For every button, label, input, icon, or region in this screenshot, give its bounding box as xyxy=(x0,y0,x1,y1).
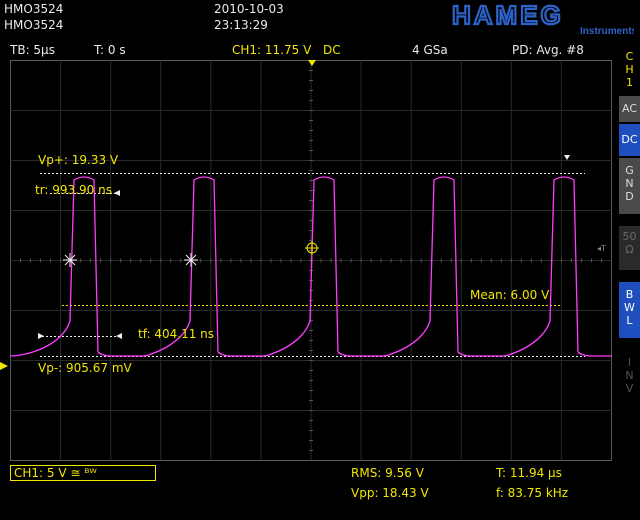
tf-label: tf: 404.11 ns xyxy=(138,327,215,341)
svg-text:◂T: ◂T xyxy=(597,244,606,253)
mean-label: Mean: 6.00 V xyxy=(470,288,550,302)
period-readout: T: 11.94 µs xyxy=(496,466,562,480)
cursor-top-marker xyxy=(564,155,570,160)
side-channel-label: C H 1 xyxy=(619,50,640,96)
vp-minus-label: Vp-: 905.67 mV xyxy=(38,361,132,375)
tf-arrow-right xyxy=(116,333,122,339)
side-inv-button[interactable]: I N V xyxy=(619,350,640,406)
graticule-ticks xyxy=(10,60,612,461)
side-bwl-button[interactable]: B W L xyxy=(619,282,640,338)
side-dc-button[interactable]: DC xyxy=(619,124,640,156)
tf-arrow-left xyxy=(38,333,44,339)
oscilloscope-screen: HMO3524 HMO3524 2010-10-03 23:13:29 HAME… xyxy=(0,0,640,520)
waveform-display: ◂T xyxy=(0,60,612,461)
rms-readout: RMS: 9.56 V xyxy=(351,466,424,480)
side-gnd-button[interactable]: G N D xyxy=(619,158,640,214)
trigger-position-marker xyxy=(308,60,316,66)
tr-label: tr: 993.90 ns xyxy=(35,183,112,197)
vpp-readout: Vpp: 18.43 V xyxy=(351,486,429,500)
ch1-ground-marker xyxy=(0,362,8,370)
side-ac-button[interactable]: AC xyxy=(619,96,640,122)
vp-plus-label: Vp+: 19.33 V xyxy=(38,153,119,167)
tr-arrow xyxy=(114,190,120,196)
side-50ohm-button[interactable]: 50 Ω xyxy=(619,226,640,270)
frequency-readout: f: 83.75 kHz xyxy=(496,486,569,500)
ch1-scale-box[interactable]: CH1: 5 V ≅ ᴮᵂ xyxy=(10,465,156,481)
